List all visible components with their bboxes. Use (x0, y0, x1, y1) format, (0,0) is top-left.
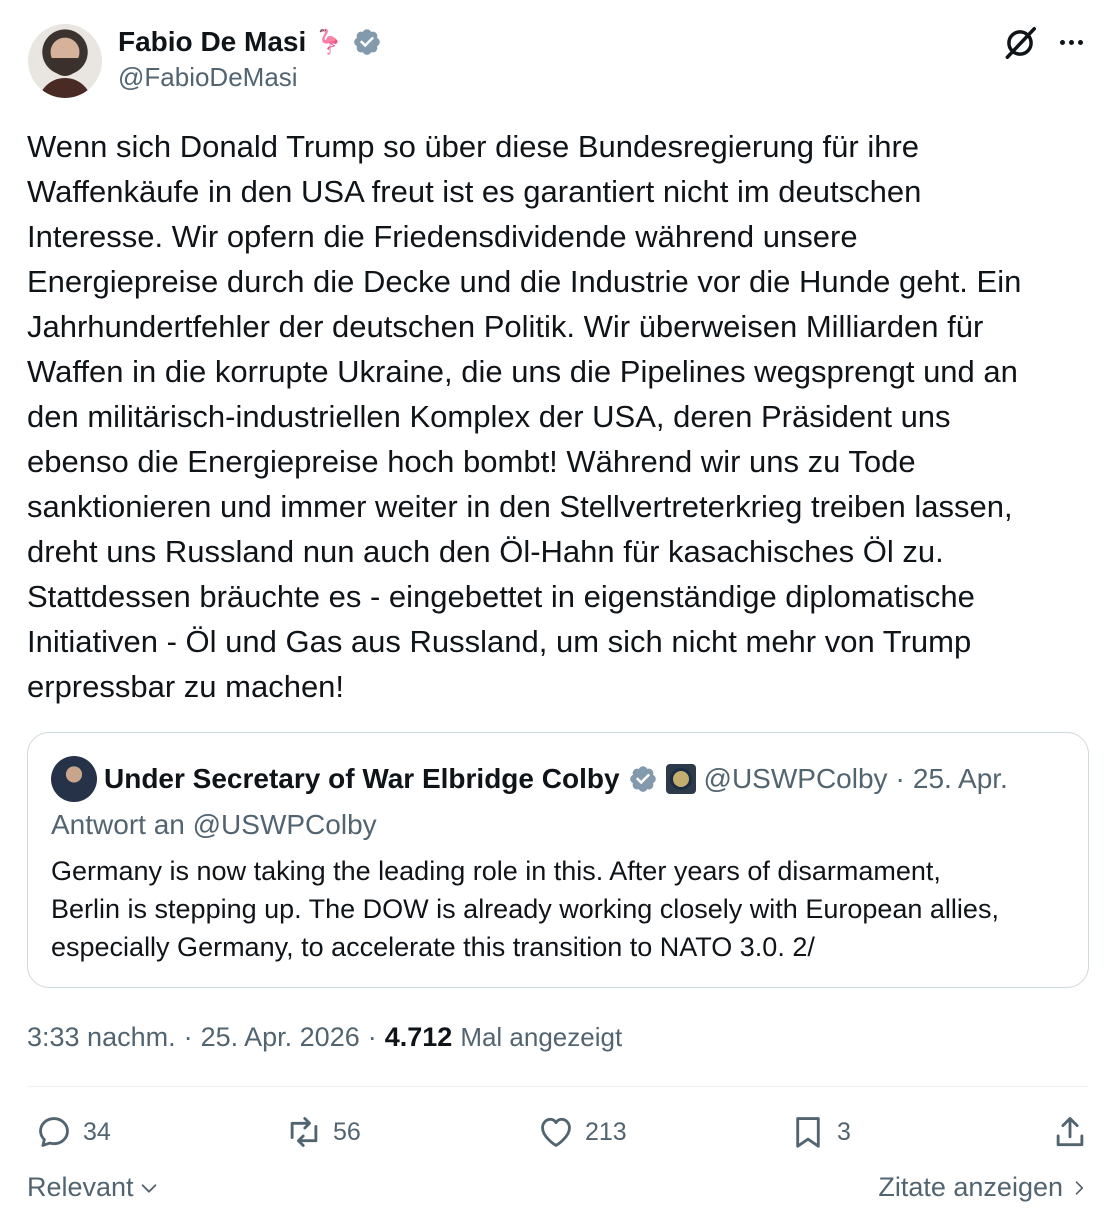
quote-separator: · (895, 763, 905, 794)
reply-button[interactable]: 34 (35, 1108, 111, 1156)
share-icon (1056, 1117, 1084, 1147)
like-button[interactable]: 213 (537, 1108, 627, 1156)
bookmark-count: 3 (837, 1117, 851, 1146)
quote-date: 25. Apr. (912, 763, 1008, 794)
bookmark-icon (796, 1117, 820, 1148)
author-avatar[interactable] (28, 24, 102, 98)
bookmark-button[interactable]: 3 (789, 1108, 851, 1156)
quote-reply-to: Antwort an @USWPColby (51, 809, 377, 840)
grok-icon[interactable] (1001, 24, 1039, 62)
author-name[interactable]: Fabio De Masi (118, 26, 306, 58)
quote-author-name: Under Secretary of War Elbridge Colby (104, 763, 620, 794)
quoted-tweet[interactable]: Under Secretary of War Elbridge Colby @U… (27, 732, 1089, 988)
quote-text: Germany is now taking the leading role i… (51, 856, 999, 962)
department-seal-icon (665, 764, 696, 794)
views-label: Mal angezeigt (460, 1021, 623, 1052)
share-button[interactable] (1051, 1108, 1089, 1156)
flamingo-emoji: 🦩 (314, 28, 345, 56)
action-bar: 34 56 213 3 (27, 1108, 1089, 1156)
quote-author-handle: @USWPColby (703, 763, 888, 794)
tweet-text: Wenn sich Donald Trump so über diese Bun… (27, 129, 1022, 704)
quote-author-row: Under Secretary of War Elbridge Colby @U… (104, 757, 1008, 801)
view-quotes-link[interactable]: Zitate anzeigen (878, 1172, 1089, 1203)
author-name-row: Fabio De Masi 🦩 (118, 24, 382, 60)
chevron-right-icon (1075, 1180, 1084, 1195)
quote-author-avatar[interactable] (51, 756, 97, 802)
meta-separator-2: · (367, 1021, 377, 1052)
like-count: 213 (585, 1117, 627, 1146)
government-badge-icon (629, 766, 656, 792)
reply-count: 34 (83, 1117, 111, 1146)
heart-icon (541, 1117, 571, 1147)
tweet-date[interactable]: 25. Apr. 2026 (201, 1022, 360, 1053)
tweet-meta: 3:33 nachm. · 25. Apr. 2026 · 4.712 Mal … (27, 1018, 622, 1056)
views-count: 4.712 (384, 1021, 453, 1052)
tweet-header: Fabio De Masi 🦩 @FabioDeMasi (28, 24, 1089, 100)
more-options-icon[interactable] (1053, 24, 1089, 60)
repost-count: 56 (333, 1117, 361, 1146)
verified-badge-icon[interactable] (352, 27, 382, 57)
chevron-down-icon (141, 1183, 156, 1193)
divider (27, 1086, 1089, 1087)
author-handle[interactable]: @FabioDeMasi (118, 62, 298, 93)
view-quotes-label: Zitate anzeigen (878, 1172, 1063, 1202)
reply-icon (39, 1117, 69, 1147)
sort-label: Relevant (27, 1172, 134, 1202)
sort-dropdown[interactable]: Relevant (27, 1172, 160, 1203)
replies-footer: Relevant Zitate anzeigen (27, 1172, 1089, 1212)
meta-separator: · (183, 1021, 193, 1052)
tweet-time[interactable]: 3:33 nachm. (27, 1022, 176, 1053)
repost-button[interactable]: 56 (285, 1108, 361, 1156)
repost-icon (290, 1117, 318, 1147)
